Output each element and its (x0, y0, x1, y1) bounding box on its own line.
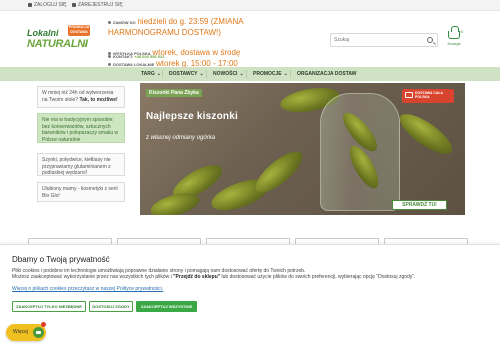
nav-item-targ[interactable]: TARG ⌄ (141, 67, 161, 81)
chevron-down-icon: ⌄ (199, 71, 204, 77)
accept-necessary-button[interactable]: ZAAKCEPTUJ TYLKO NIEZBĘDNE (12, 301, 86, 312)
user-icon (72, 3, 76, 7)
lock-icon (28, 3, 32, 7)
clock-icon (108, 20, 111, 24)
nav-item-organizacja-dostaw[interactable]: ORGANIZACJA DOSTAW (297, 67, 356, 81)
search-input[interactable] (334, 35, 422, 45)
site-header: Lokalni NATURALNI .pl PROMOCJA DOSTAWA Z… (0, 11, 500, 70)
logo-line2: NATURALNI (27, 38, 88, 50)
logo-line1: Lokalni (27, 28, 59, 38)
site-logo[interactable]: Lokalni NATURALNI .pl PROMOCJA DOSTAWA (27, 24, 97, 56)
banner-cta-button[interactable]: SPRAWDŹ TU! (392, 200, 447, 210)
nav-item-dostawcy[interactable]: DOSTAWCY ⌄ (169, 67, 204, 81)
home-icon (108, 62, 111, 66)
login-link[interactable]: ZALOGUJ SIĘ (28, 2, 67, 8)
info-card-traditional[interactable]: Nie ma w tradycyjnym sposobie: bez konse… (37, 113, 125, 143)
cookie-consent-banner: Dbamy o Twoją prywatność Pliki cookies i… (0, 244, 500, 348)
top-account-bar: ZALOGUJ SIĘ ZAREJESTRUJ SIĘ (0, 0, 500, 11)
contact-phone[interactable]: +48 609 550 022 (134, 54, 164, 59)
delivery-badge: DOSTAWA CAŁA POLSKA (402, 89, 454, 103)
nav-item-nowosci[interactable]: NOWOŚCI ⌄ (213, 67, 244, 81)
order-deadline: ZAMÓW DO niedzieli do g. 23:59 (ZMIANA H… (108, 17, 244, 37)
chevron-down-icon: ⌄ (283, 71, 288, 77)
banner-tag: Kiszonki Pana Zbyka (146, 89, 202, 97)
basket-icon (448, 26, 460, 39)
notification-dot (41, 322, 46, 327)
info-card-smokehouse[interactable]: Szynki, polędwice, kiełbasy nie przypraw… (37, 153, 125, 176)
chevron-down-icon: ⌄ (156, 71, 161, 77)
nav-item-promocje[interactable]: PROMOCJE ⌄ (253, 67, 288, 81)
accept-all-button[interactable]: ZAAKCEPTUJ WSZYSTKIE (136, 301, 197, 312)
delivery-schedule: ZAMÓW DO niedzieli do g. 23:59 (ZMIANA H… (108, 17, 288, 70)
customize-consent-button[interactable]: DOSTOSUJ ZGODY (89, 301, 133, 312)
phone-icon (108, 55, 111, 58)
chat-bubble-icon (33, 327, 44, 338)
register-label: ZAREJESTRUJ SIĘ (78, 2, 123, 8)
chat-label: Więcej (13, 329, 29, 335)
info-card-fresh[interactable]: W mniej niż 24h od wytworzenia na Twoim … (37, 86, 125, 108)
promo-badge: PROMOCJA DOSTAWA (68, 25, 90, 36)
info-card-cosmetics[interactable]: Ulubiony mamy - kosmetyki z serii Bio Gl… (37, 182, 125, 202)
search-icon[interactable] (427, 37, 433, 43)
chevron-down-icon: ⌄ (239, 71, 244, 77)
login-label: ZALOGUJ SIĘ (34, 2, 67, 8)
cart-label: Koszyk (447, 41, 461, 46)
privacy-policy-link[interactable]: Więcej o plikach cookies przeczytasz w n… (12, 286, 163, 292)
cucumber-image (249, 144, 309, 200)
banner-headline: Najlepsze kiszonki (146, 111, 238, 122)
cookie-text: Pliki cookies i podobne im technologie u… (12, 268, 416, 280)
hero-banner[interactable]: Kiszonki Pana Zbyka Najlepsze kiszonki z… (140, 83, 465, 215)
cookie-title: Dbamy o Twoją prywatność (12, 255, 110, 264)
contact-info: KONTAKT: +48 609 550 022 (108, 54, 164, 59)
search-box (330, 33, 438, 47)
logo-suffix: .pl (82, 42, 88, 48)
chat-widget[interactable]: Więcej (6, 322, 46, 341)
register-link[interactable]: ZAREJESTRUJ SIĘ (72, 2, 123, 8)
banner-subline: z własnej odmiany ogórka (146, 135, 216, 141)
cart-button[interactable]: 0 Koszyk (445, 26, 463, 51)
cart-count: 0 (460, 29, 463, 34)
main-nav: TARG ⌄ DOSTAWCY ⌄ NOWOŚCI ⌄ PROMOCJE ⌄ ORGAN… (0, 67, 500, 81)
cucumber-image (394, 107, 458, 161)
truck-icon (405, 92, 413, 98)
